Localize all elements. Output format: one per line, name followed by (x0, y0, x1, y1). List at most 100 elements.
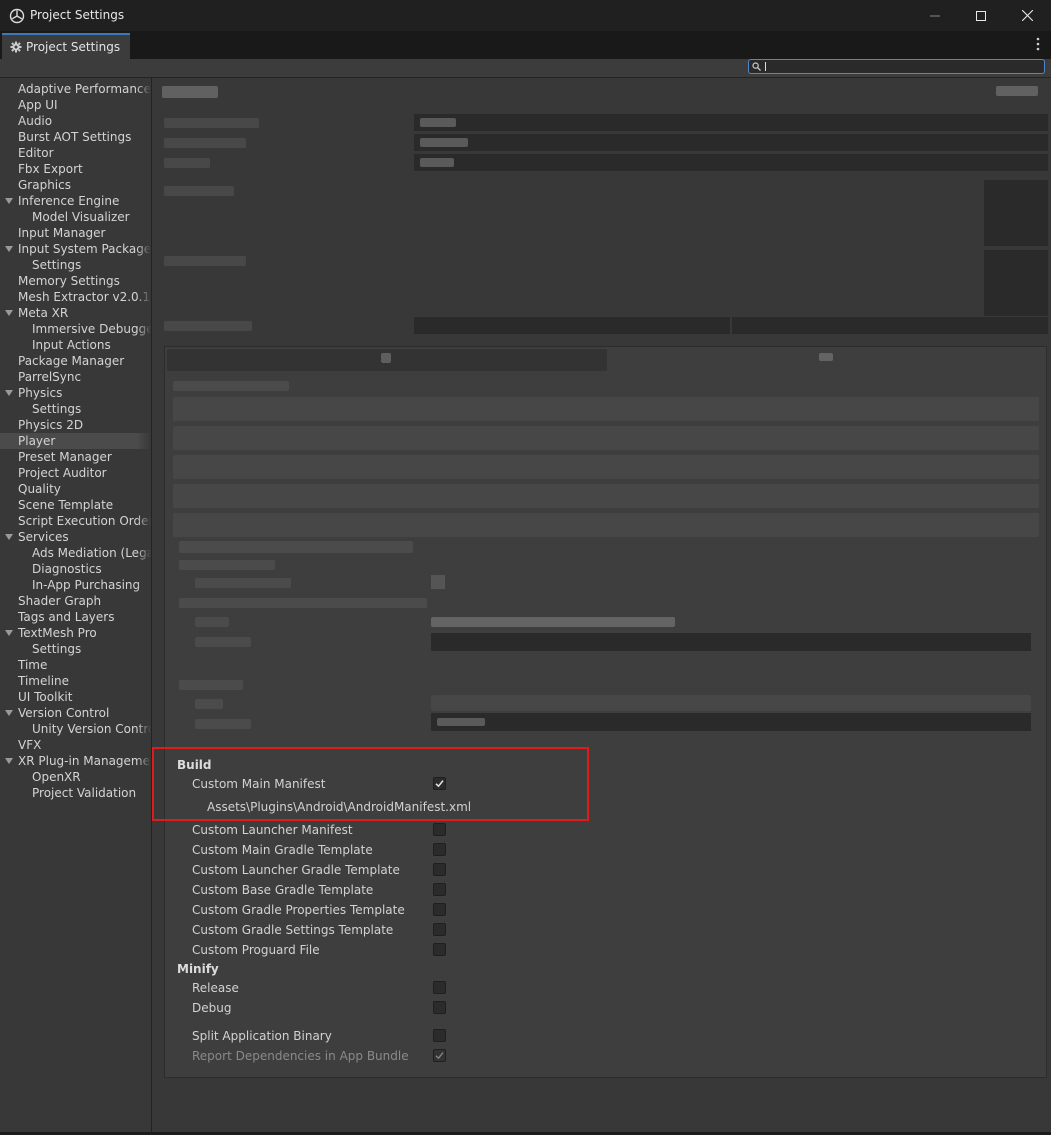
sidebar-item-label: Script Execution Order (18, 514, 151, 528)
sidebar-item-version-control[interactable]: Version Control (0, 705, 151, 721)
more-options-icon[interactable] (1033, 36, 1043, 52)
sidebar-item-script-execution-order[interactable]: Script Execution Order (0, 513, 151, 529)
build-option-checkbox[interactable] (433, 863, 446, 876)
maximize-button[interactable] (958, 0, 1004, 31)
sidebar-item-parrelsync[interactable]: ParrelSync (0, 369, 151, 385)
sidebar-item-player[interactable]: Player (0, 433, 151, 449)
sidebar-item-ads-mediation-legacy[interactable]: Ads Mediation (Legacy) (0, 545, 151, 561)
build-option-checkbox[interactable] (433, 923, 446, 936)
sidebar-item-time[interactable]: Time (0, 657, 151, 673)
sidebar-item-input-manager[interactable]: Input Manager (0, 225, 151, 241)
sidebar-item-fade (137, 465, 151, 481)
sidebar-item-fade (137, 481, 151, 497)
sidebar-item-preset-manager[interactable]: Preset Manager (0, 449, 151, 465)
sidebar-item-shader-graph[interactable]: Shader Graph (0, 593, 151, 609)
build-option-checkbox[interactable] (433, 943, 446, 956)
sidebar-item-immersive-debugger[interactable]: Immersive Debugger (0, 321, 151, 337)
unity-logo-icon (9, 8, 25, 24)
expand-arrow-icon[interactable] (5, 246, 13, 252)
sidebar-item-burst-aot-settings[interactable]: Burst AOT Settings (0, 129, 151, 145)
sidebar-item-label: Package Manager (18, 354, 125, 368)
minimize-button[interactable] (912, 0, 958, 31)
sidebar-item-graphics[interactable]: Graphics (0, 177, 151, 193)
sidebar-item-label: Quality (18, 482, 61, 496)
sidebar-item-tags-and-layers[interactable]: Tags and Layers (0, 609, 151, 625)
expand-arrow-icon[interactable] (5, 390, 13, 396)
sidebar-item-editor[interactable]: Editor (0, 145, 151, 161)
expand-arrow-icon[interactable] (5, 758, 13, 764)
sidebar-item-project-auditor[interactable]: Project Auditor (0, 465, 151, 481)
sidebar-item-in-app-purchasing[interactable]: In-App Purchasing (0, 577, 151, 593)
sidebar-item-input-system-package[interactable]: Input System Package (0, 241, 151, 257)
sidebar-item-fade (137, 513, 151, 529)
redacted-header-title (162, 86, 218, 98)
sidebar-item-settings[interactable]: Settings (0, 257, 151, 273)
search-input[interactable] (763, 60, 1041, 73)
sidebar-item-services[interactable]: Services (0, 529, 151, 545)
redacted-foldout (173, 455, 1039, 479)
redacted-foldout (173, 397, 1039, 421)
sidebar-item-scene-template[interactable]: Scene Template (0, 497, 151, 513)
sidebar-item-app-ui[interactable]: App UI (0, 97, 151, 113)
minify-release-checkbox[interactable] (433, 981, 446, 994)
sidebar-item-memory-settings[interactable]: Memory Settings (0, 273, 151, 289)
sidebar-item-label: Input Actions (32, 338, 111, 352)
sidebar-item-textmesh-pro[interactable]: TextMesh Pro (0, 625, 151, 641)
sidebar-item-package-manager[interactable]: Package Manager (0, 353, 151, 369)
sidebar-item-physics-2d[interactable]: Physics 2D (0, 417, 151, 433)
sidebar-item-input-actions[interactable]: Input Actions (0, 337, 151, 353)
sidebar-item-settings[interactable]: Settings (0, 641, 151, 657)
sidebar-item-inference-engine[interactable]: Inference Engine (0, 193, 151, 209)
sidebar-item-mesh-extractor-v2-0-1[interactable]: Mesh Extractor v2.0.1 (0, 289, 151, 305)
sidebar-item-adaptive-performance[interactable]: Adaptive Performance (0, 81, 151, 97)
redacted-label (195, 637, 251, 647)
sidebar-item-quality[interactable]: Quality (0, 481, 151, 497)
sidebar-item-label: In-App Purchasing (32, 578, 141, 592)
sidebar-item-vfx[interactable]: VFX (0, 737, 151, 753)
expand-arrow-icon[interactable] (5, 198, 13, 204)
sidebar-item-fade (137, 785, 151, 801)
sidebar-item-diagnostics[interactable]: Diagnostics (0, 561, 151, 577)
annotation-highlight-box (152, 747, 589, 821)
search-field[interactable] (748, 59, 1045, 74)
sidebar-item-meta-xr[interactable]: Meta XR (0, 305, 151, 321)
redacted-label (164, 256, 246, 266)
tab-project-settings[interactable]: Project Settings (2, 33, 130, 59)
sidebar-item-label: Meta XR (18, 306, 69, 320)
sidebar-item-audio[interactable]: Audio (0, 113, 151, 129)
sidebar-item-fade (137, 177, 151, 193)
expand-arrow-icon[interactable] (5, 534, 13, 540)
sidebar-item-label: Ads Mediation (Legacy) (32, 546, 151, 560)
sidebar-item-label: VFX (18, 738, 42, 752)
redacted-value (431, 617, 675, 627)
sidebar-item-physics[interactable]: Physics (0, 385, 151, 401)
expand-arrow-icon[interactable] (5, 310, 13, 316)
expand-arrow-icon[interactable] (5, 630, 13, 636)
sidebar-item-unity-version-control[interactable]: Unity Version Control (0, 721, 151, 737)
minify-debug-checkbox[interactable] (433, 1001, 446, 1014)
sidebar-item-label: TextMesh Pro (18, 626, 97, 640)
sidebar-item-ui-toolkit[interactable]: UI Toolkit (0, 689, 151, 705)
build-option-checkbox[interactable] (433, 883, 446, 896)
build-option-checkbox[interactable] (433, 903, 446, 916)
settings-sidebar[interactable]: Adaptive Performance App UI Audio Burst AOT… (0, 78, 152, 1132)
sidebar-item-timeline[interactable]: Timeline (0, 673, 151, 689)
build-option-label: Custom Base Gradle Template (192, 883, 374, 897)
checkmark-icon (435, 1052, 444, 1060)
sidebar-item-label: Mesh Extractor v2.0.1 (18, 290, 151, 304)
redacted-label (195, 699, 223, 709)
close-button[interactable] (1004, 0, 1050, 31)
sidebar-item-settings[interactable]: Settings (0, 401, 151, 417)
build-option-checkbox[interactable] (433, 823, 446, 836)
sidebar-item-openxr[interactable]: OpenXR (0, 769, 151, 785)
redacted-field (431, 695, 1031, 711)
sidebar-item-project-validation[interactable]: Project Validation (0, 785, 151, 801)
build-option-checkbox[interactable] (433, 843, 446, 856)
sidebar-item-fade (137, 497, 151, 513)
sidebar-item-fbx-export[interactable]: Fbx Export (0, 161, 151, 177)
split-binary-checkbox[interactable] (433, 1029, 446, 1042)
sidebar-item-model-visualizer[interactable]: Model Visualizer (0, 209, 151, 225)
expand-arrow-icon[interactable] (5, 710, 13, 716)
sidebar-item-xr-plug-in-management[interactable]: XR Plug-in Management (0, 753, 151, 769)
sidebar-item-label: Fbx Export (18, 162, 83, 176)
